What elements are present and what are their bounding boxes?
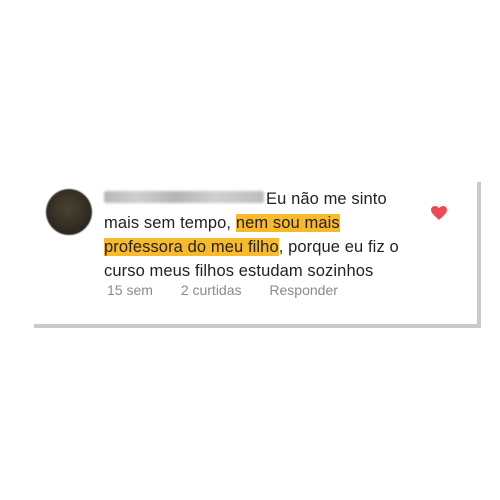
comment-text-after: , porque eu fiz o [278,238,399,256]
comment-card: Eu não me sinto mais sem tempo, nem sou … [30,178,477,324]
username-blurred[interactable] [104,191,264,203]
comment-time: 15 sem [107,282,153,298]
comment-text-start: Eu não me sinto [266,190,387,208]
comment-meta: 15 sem 2 curtidas Responder [107,282,362,298]
comment-body: Eu não me sinto mais sem tempo, nem sou … [104,187,444,283]
highlight-phrase-2: professora do meu filho [104,238,279,256]
likes-count[interactable]: 2 curtidas [181,282,242,298]
highlight-phrase-1: nem sou mais [235,214,340,232]
comment-text-line4: curso meus filhos estudam sozinhos [104,262,374,280]
screenshot-canvas: Eu não me sinto mais sem tempo, nem sou … [0,0,500,500]
reply-button[interactable]: Responder [269,282,338,298]
heart-icon[interactable] [431,206,447,220]
comment-text-line2: mais sem tempo, [104,214,236,232]
avatar[interactable] [46,189,92,235]
